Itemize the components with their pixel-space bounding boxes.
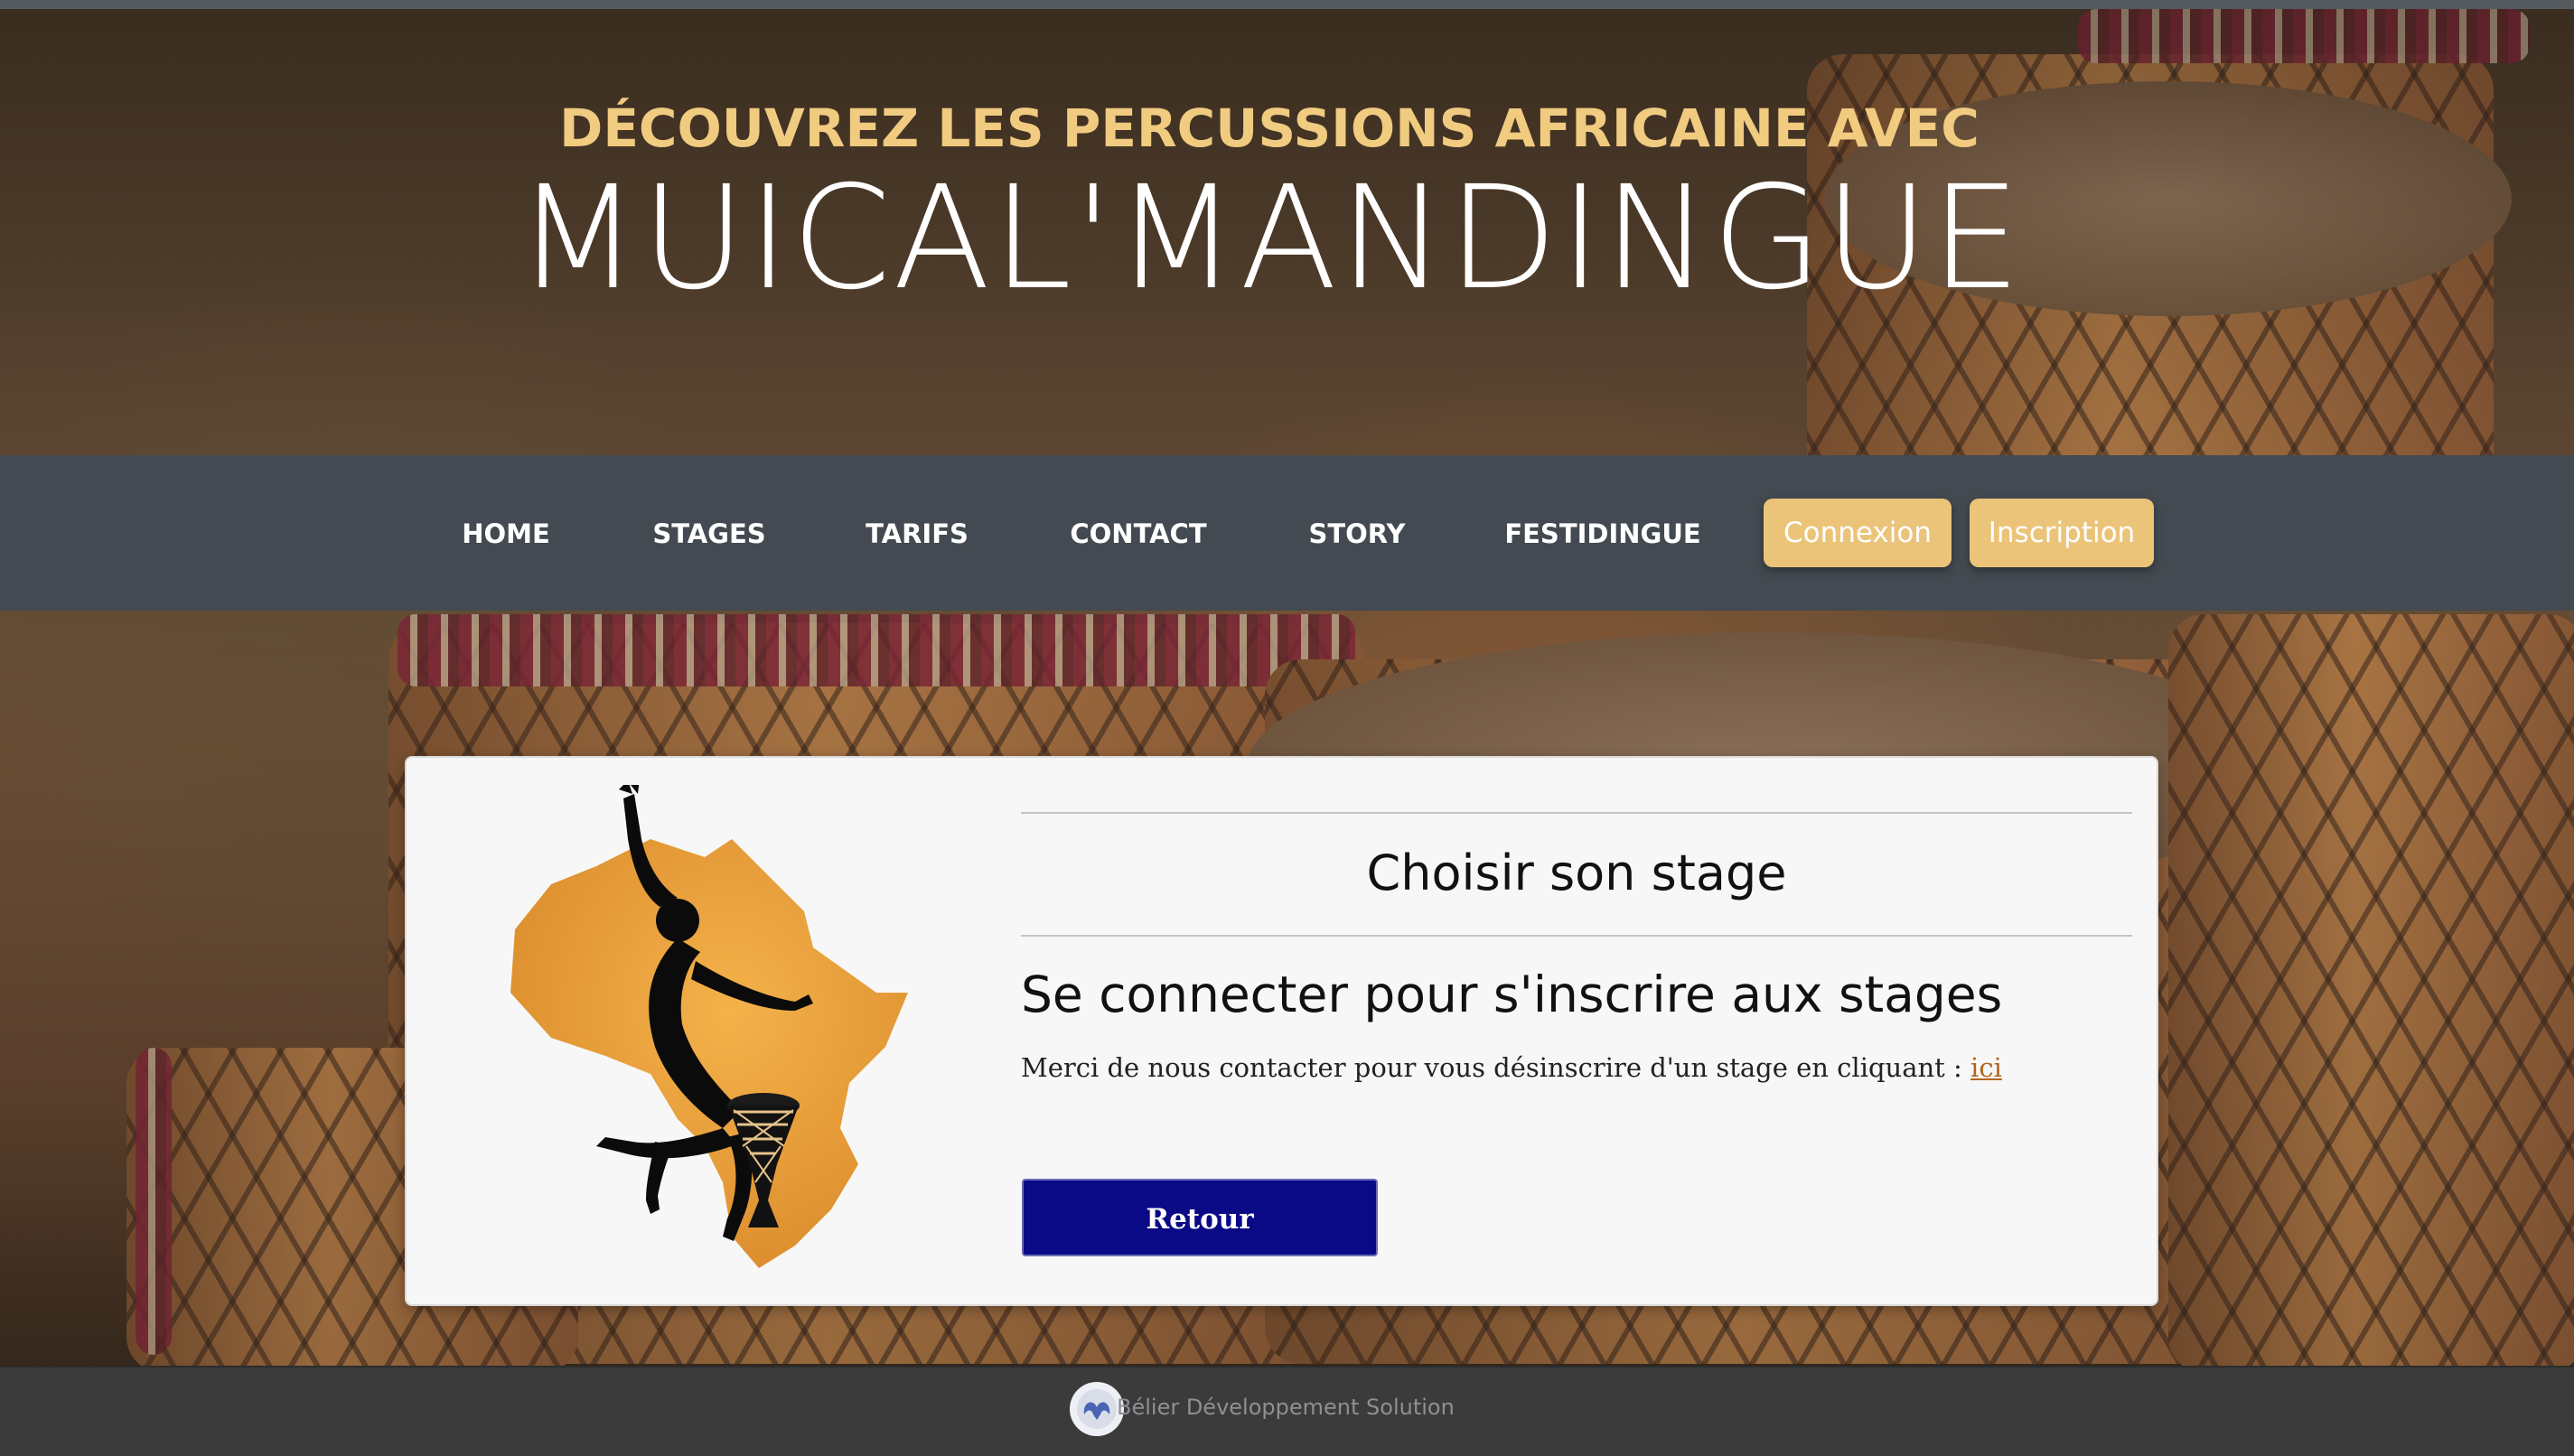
- signup-button[interactable]: Inscription: [1970, 499, 2154, 567]
- footer-credit: Bélier Développement Solution: [1117, 1395, 1455, 1420]
- top-border: [0, 0, 2574, 9]
- main-navigation: [0, 455, 2574, 611]
- page-title: Choisir son stage: [1366, 845, 1787, 901]
- nav-item-contact[interactable]: CONTACT: [1066, 516, 1211, 552]
- africa-dancer-logo: [510, 785, 908, 1268]
- divider-top: [1021, 812, 2132, 814]
- divider-bottom: [1021, 935, 2132, 937]
- login-button[interactable]: Connexion: [1764, 499, 1952, 567]
- unsubscribe-link[interactable]: ici: [1970, 1052, 2002, 1083]
- nav-item-tarifs[interactable]: TARIFS: [860, 516, 974, 552]
- hero-subtitle: DÉCOUVREZ LES PERCUSSIONS AFRICAINE AVEC: [559, 98, 1980, 159]
- stage-selection-card: Choisir son stage Se connecter pour s'in…: [405, 756, 2158, 1306]
- nav-item-home[interactable]: HOME: [449, 516, 563, 552]
- nav-item-festidingue[interactable]: FESTIDINGUE: [1504, 516, 1701, 552]
- hero-title: MUICAL'MANDINGUE: [516, 155, 2023, 322]
- nav-item-story[interactable]: STORY: [1301, 516, 1413, 552]
- unsubscribe-message: Merci de nous contacter pour vous désins…: [1021, 1052, 2132, 1083]
- unsubscribe-text: Merci de nous contacter pour vous désins…: [1021, 1052, 1971, 1083]
- ram-logo-icon[interactable]: [1070, 1382, 1124, 1436]
- login-required-heading: Se connecter pour s'inscrire aux stages: [1021, 966, 2003, 1023]
- back-button[interactable]: Retour: [1022, 1179, 1378, 1256]
- nav-item-stages[interactable]: STAGES: [651, 516, 768, 552]
